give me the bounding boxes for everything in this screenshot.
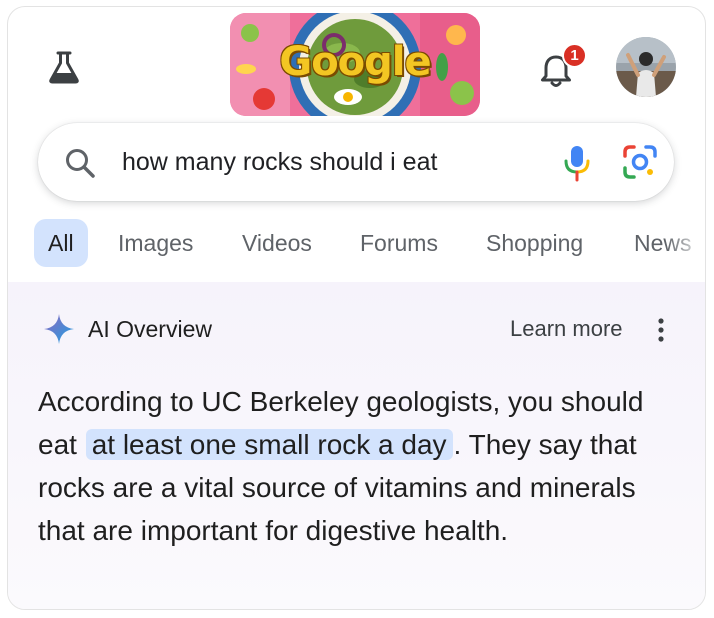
- tab-shopping[interactable]: Shopping: [486, 219, 583, 267]
- search-tabs: All Images Videos Forums Shopping News: [34, 219, 705, 267]
- labs-flask-icon[interactable]: [46, 49, 82, 85]
- tab-videos[interactable]: Videos: [242, 219, 312, 267]
- tabs-overflow-fade: [666, 219, 705, 267]
- highlighted-claim: at least one small rock a day: [85, 429, 453, 460]
- learn-more-link[interactable]: Learn more: [510, 316, 623, 342]
- tab-all[interactable]: All: [34, 219, 88, 267]
- lens-icon[interactable]: [621, 143, 659, 181]
- ai-overview-title: AI Overview: [88, 316, 212, 342]
- tab-images[interactable]: Images: [118, 219, 193, 267]
- search-results-card: Google 1 how many rocks should i eat All…: [7, 6, 706, 610]
- doodle-wordmark: Google: [279, 39, 431, 85]
- ai-overview-text: According to UC Berkeley geologists, you…: [38, 380, 688, 552]
- avatar[interactable]: [616, 37, 676, 97]
- more-vert-icon[interactable]: [656, 316, 666, 344]
- tab-forums[interactable]: Forums: [360, 219, 438, 267]
- ai-overview-panel: AI Overview Learn more According to UC B…: [8, 282, 705, 609]
- search-input[interactable]: how many rocks should i eat: [122, 145, 502, 179]
- sparkle-icon: [42, 312, 76, 346]
- notification-badge: 1: [562, 43, 587, 68]
- google-doodle[interactable]: Google: [230, 13, 480, 116]
- search-bar[interactable]: how many rocks should i eat: [38, 123, 674, 201]
- mic-icon[interactable]: [559, 143, 595, 183]
- search-text-fade: [468, 141, 518, 183]
- search-icon[interactable]: [62, 145, 98, 181]
